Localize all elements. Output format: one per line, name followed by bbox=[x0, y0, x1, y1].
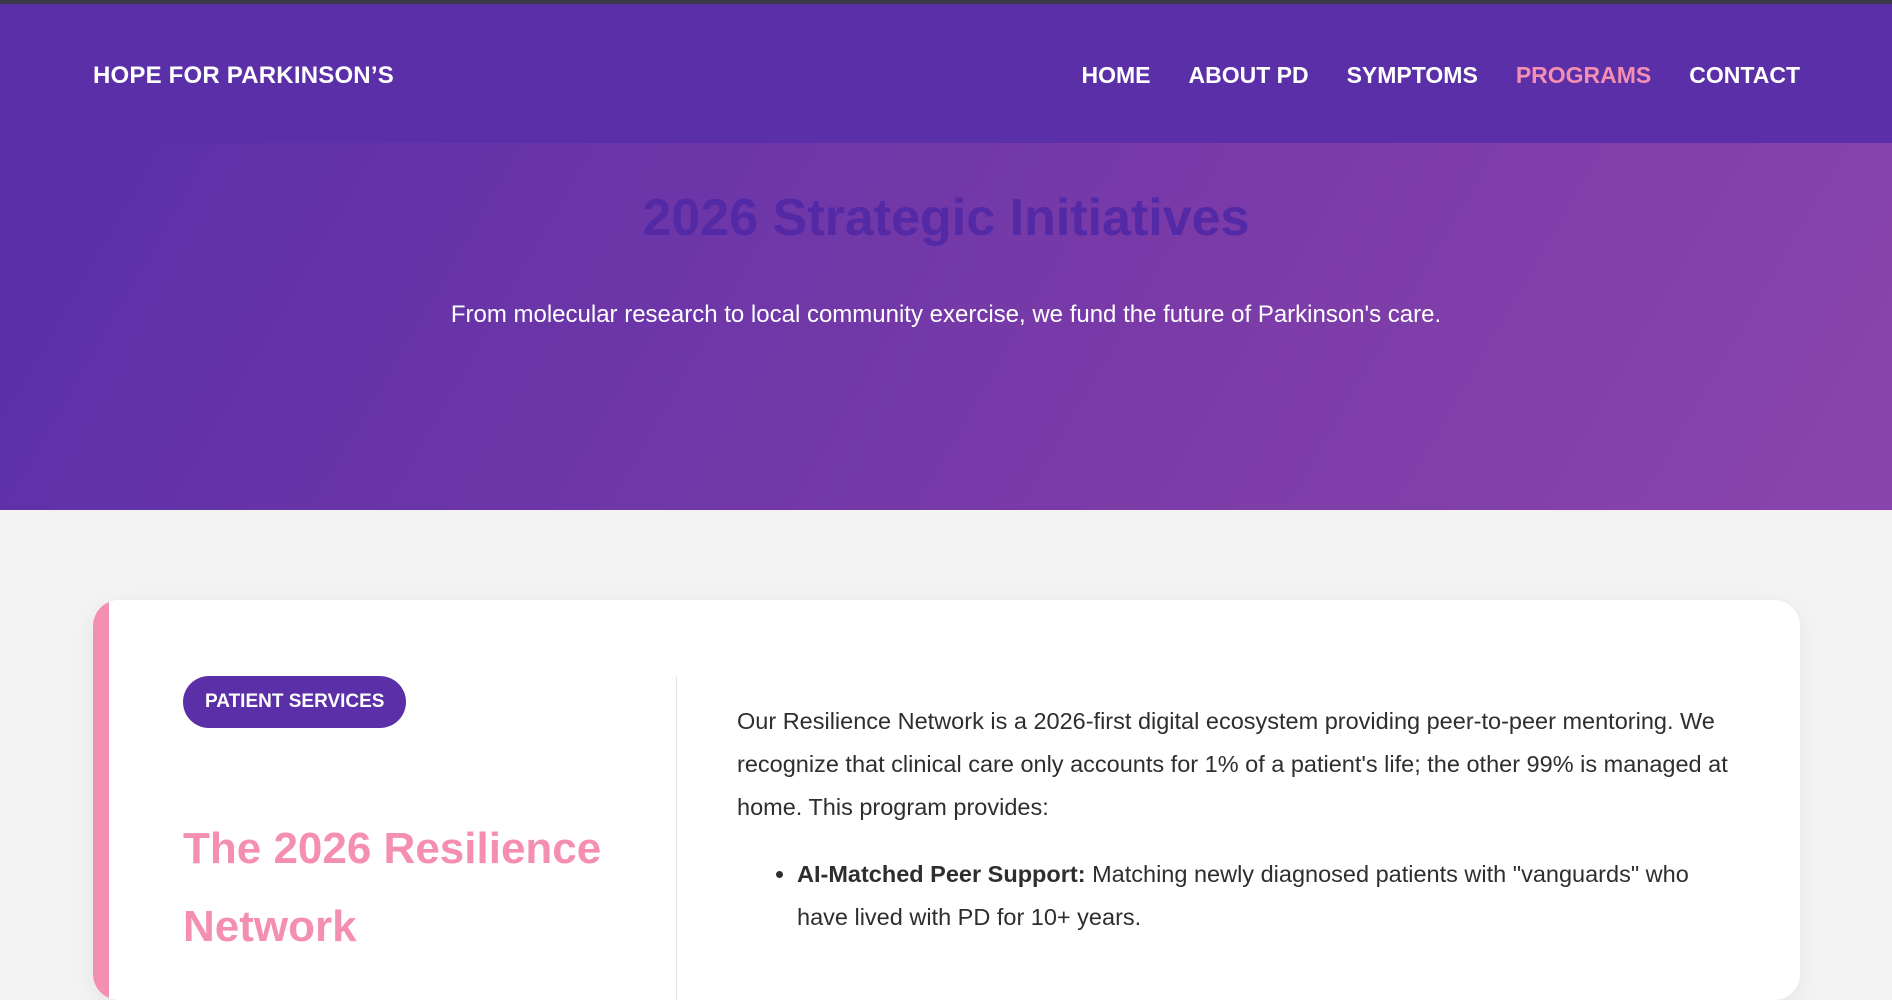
feature-list: AI-Matched Peer Support: Matching newly … bbox=[737, 853, 1737, 939]
card-description: Our Resilience Network is a 2026-first d… bbox=[737, 708, 1728, 820]
list-item: AI-Matched Peer Support: Matching newly … bbox=[797, 853, 1737, 939]
site-logo[interactable]: HOPE FOR PARKINSON’S bbox=[93, 62, 394, 90]
nav-link-symptoms[interactable]: SYMPTOMS bbox=[1347, 62, 1478, 89]
nav-link-home[interactable]: HOME bbox=[1081, 62, 1150, 89]
card-accent-bar bbox=[93, 600, 109, 1000]
category-badge: PATIENT SERVICES bbox=[183, 676, 407, 728]
hero-banner: 2026 Strategic Initiatives From molecula… bbox=[0, 143, 1892, 510]
column-divider bbox=[676, 676, 677, 1000]
nav-link-about-pd[interactable]: ABOUT PD bbox=[1188, 62, 1308, 89]
nav-link-programs[interactable]: PROGRAMS bbox=[1516, 62, 1651, 89]
list-item-label: AI-Matched Peer Support: bbox=[797, 861, 1086, 887]
nav-link-contact[interactable]: CONTACT bbox=[1689, 62, 1800, 89]
card-left-column: PATIENT SERVICES The 2026 Resilience Net… bbox=[183, 676, 613, 966]
hero-title: 2026 Strategic Initiatives bbox=[642, 189, 1250, 247]
program-card: PATIENT SERVICES The 2026 Resilience Net… bbox=[93, 600, 1800, 1000]
main-nav: HOME ABOUT PD SYMPTOMS PROGRAMS CONTACT bbox=[1081, 62, 1800, 89]
card-title: The 2026 Resilience Network bbox=[183, 824, 602, 951]
hero-subtitle: From molecular research to local communi… bbox=[450, 301, 1442, 328]
card-right-column: Our Resilience Network is a 2026-first d… bbox=[737, 700, 1737, 939]
site-header: HOPE FOR PARKINSON’S HOME ABOUT PD SYMPT… bbox=[0, 4, 1892, 143]
